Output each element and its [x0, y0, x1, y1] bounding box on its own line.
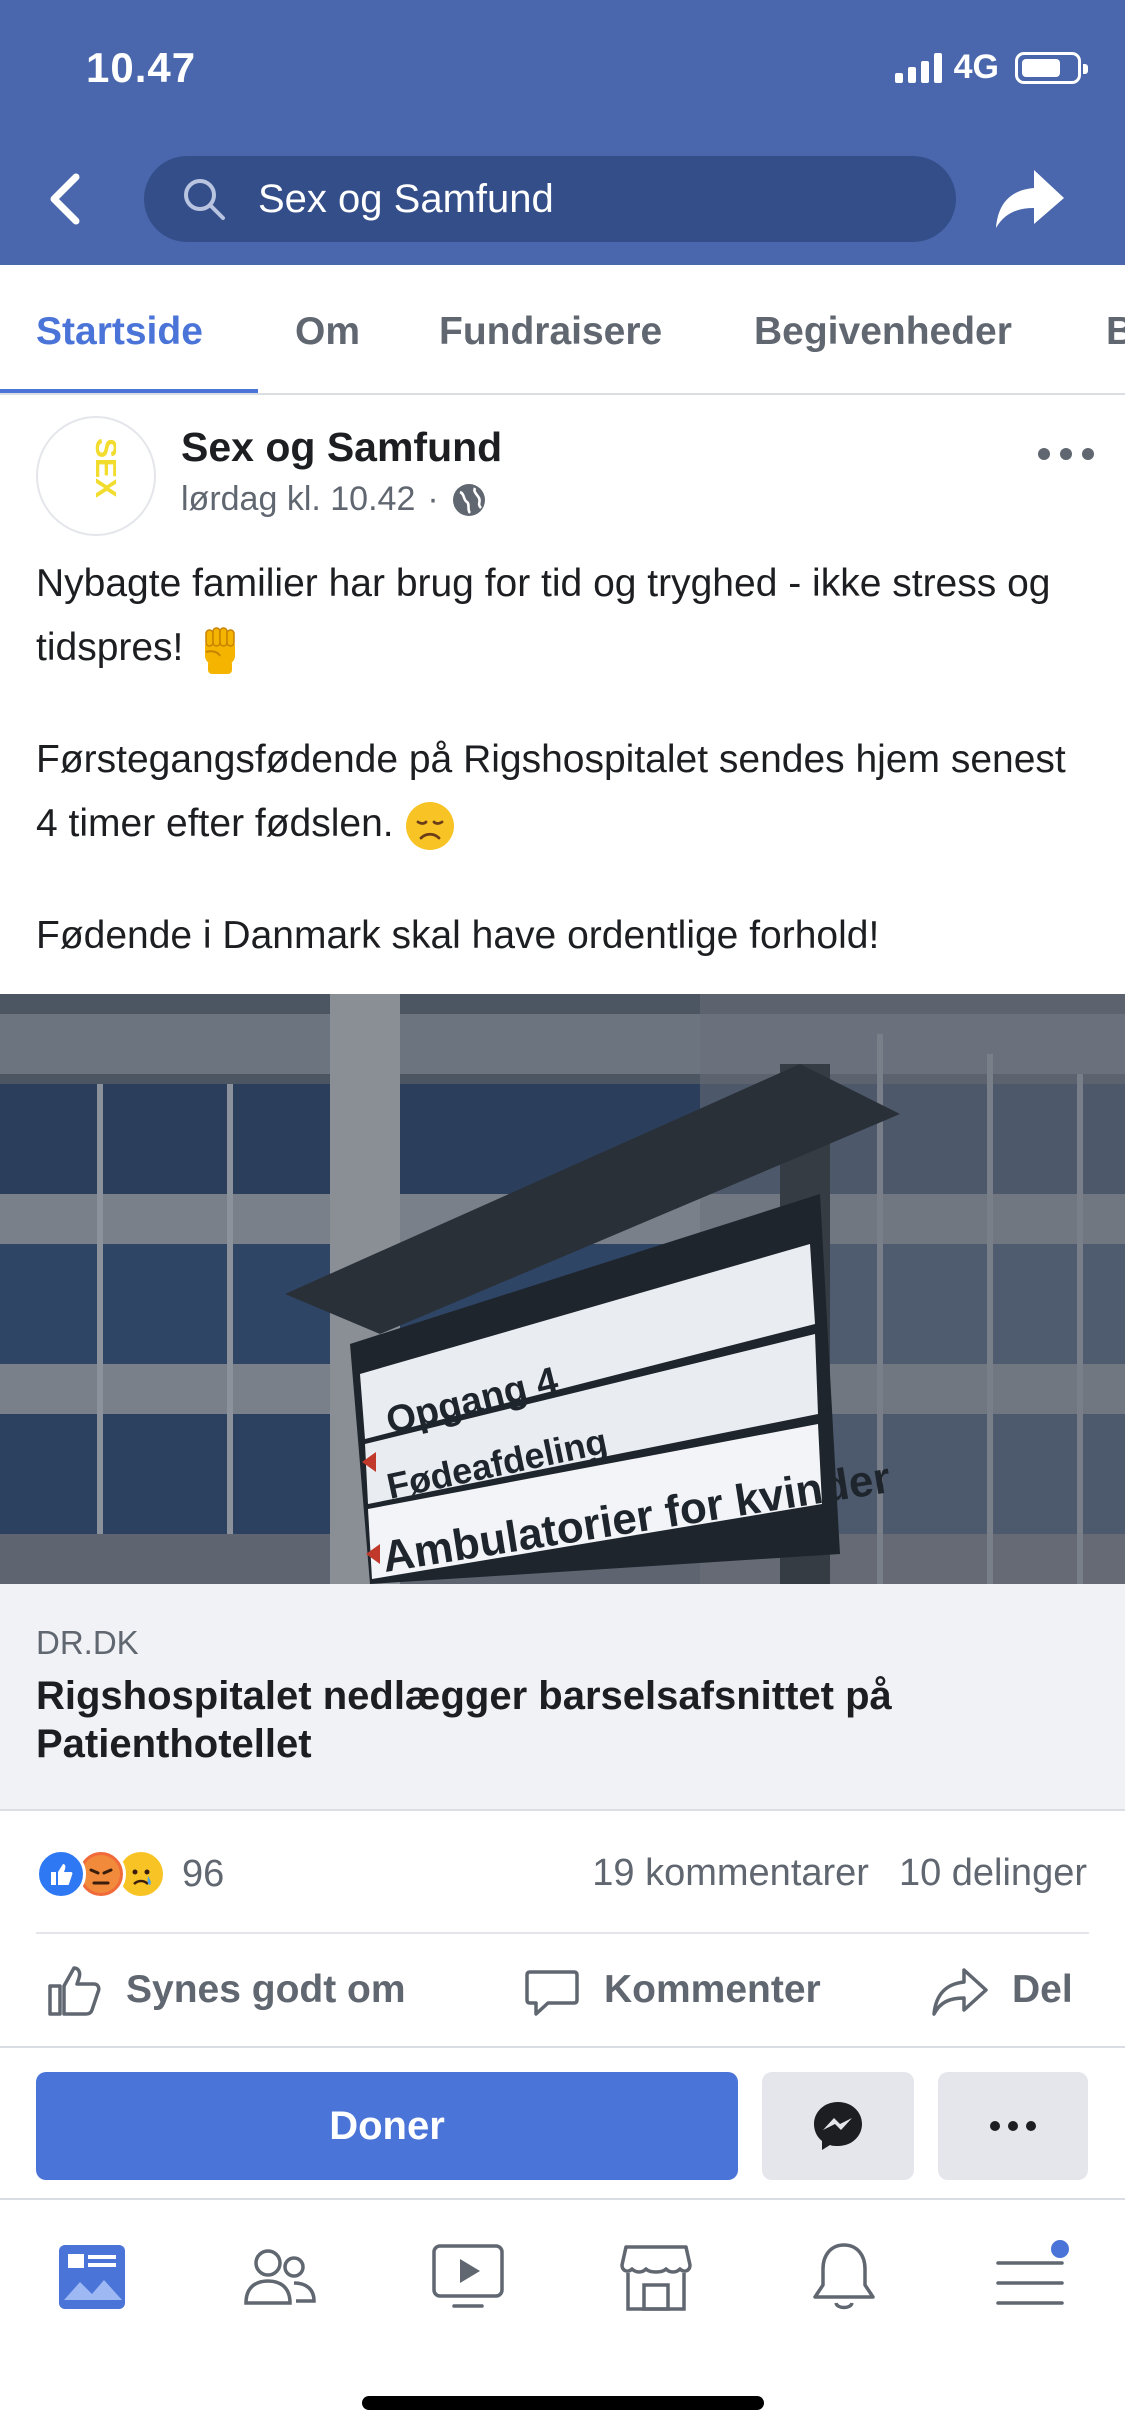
search-text: Sex og Samfund — [258, 176, 554, 221]
sex-og-samfund-logo: SEX — [89, 438, 116, 498]
tab-next-partial[interactable]: B — [1106, 265, 1125, 393]
share-icon — [932, 1968, 988, 2016]
more-options-button[interactable] — [938, 2072, 1088, 2180]
disappointed-face-icon — [406, 801, 455, 850]
nav-marketplace[interactable] — [608, 2232, 704, 2322]
search-field[interactable]: Sex og Samfund — [144, 156, 956, 242]
tab-fundraisere[interactable]: Fundraisere — [439, 265, 662, 393]
page-tabs: Startside Om Fundraisere Begivenheder B — [0, 265, 1125, 395]
comment-icon — [525, 1970, 579, 2016]
notification-dot — [1051, 2240, 1069, 2258]
svg-text:SEX: SEX — [89, 438, 116, 498]
groups-icon — [244, 2249, 316, 2305]
share-arrow-icon — [996, 170, 1064, 228]
post-paragraph: Fødende i Danmark skal have ordentlige f… — [36, 914, 880, 957]
post-paragraph: Førstegangsfødende på Rigshospitalet sen… — [36, 728, 1096, 856]
status-indicators: 4G — [894, 48, 1088, 87]
post-meta: lørdag kl. 10.42 · — [181, 480, 487, 519]
battery-icon — [1015, 51, 1088, 84]
reaction-count: 96 — [182, 1852, 225, 1895]
page-action-bar: Doner — [0, 2046, 1125, 2200]
bell-icon — [813, 2243, 875, 2310]
link-title: Rigshospitalet nedlægger barselsafsnitte… — [36, 1674, 892, 1766]
post-paragraph: Nybagte familier har brug for tid og try… — [36, 552, 1096, 680]
post-timestamp[interactable]: lørdag kl. 10.42 — [181, 480, 415, 519]
nav-watch[interactable] — [420, 2232, 516, 2322]
share-page-button[interactable] — [990, 160, 1070, 240]
donate-button[interactable]: Doner — [36, 2072, 738, 2180]
news-feed-icon — [59, 2245, 125, 2309]
comment-label: Kommenter — [604, 1968, 821, 2011]
thumbs-up-icon — [48, 1966, 101, 2016]
signal-icon — [894, 52, 942, 83]
share-button[interactable]: Del — [930, 1934, 1073, 2046]
back-button[interactable] — [46, 164, 96, 234]
link-domain: DR.DK — [36, 1624, 139, 1661]
top-header: 10.47 4G Sex og Samfund — [0, 0, 1125, 265]
post-actions: Synes godt om Kommenter Del — [0, 1934, 1125, 2046]
post-body: Nybagte familier har brug for tid og try… — [36, 552, 1096, 1016]
marketplace-icon — [620, 2245, 692, 2311]
link-preview-image[interactable]: Opgang 4 Fødeafdeling Ambulatorier for k… — [0, 994, 1125, 1584]
reactions-summary[interactable]: 96 — [36, 1846, 224, 1902]
comment-button[interactable]: Kommenter — [522, 1934, 821, 2046]
globe-icon — [452, 483, 485, 516]
share-count[interactable]: 10 delinger — [899, 1852, 1087, 1895]
messenger-icon — [814, 2102, 862, 2150]
like-label: Synes godt om — [126, 1968, 406, 2011]
raised-fist-icon — [205, 626, 236, 674]
active-tab-indicator — [0, 389, 258, 393]
tab-om[interactable]: Om — [295, 265, 360, 393]
tab-startside[interactable]: Startside — [36, 265, 203, 393]
post-author-name[interactable]: Sex og Samfund — [181, 424, 502, 471]
message-button[interactable] — [762, 2072, 914, 2180]
network-label: 4G — [953, 48, 999, 86]
home-indicator[interactable] — [362, 2396, 764, 2410]
engagement-counts: 19 kommentarer 10 delinger — [592, 1852, 1087, 1895]
watch-video-icon — [432, 2244, 504, 2308]
chevron-left-icon — [50, 173, 80, 225]
tab-begivenheder[interactable]: Begivenheder — [754, 265, 1012, 393]
nav-notifications[interactable] — [796, 2232, 892, 2322]
share-label: Del — [1012, 1968, 1073, 2011]
nav-menu[interactable] — [984, 2232, 1080, 2322]
like-button[interactable]: Synes godt om — [44, 1934, 406, 2046]
like-reaction-icon — [36, 1849, 86, 1899]
link-preview-caption[interactable]: DR.DK Rigshospitalet nedlægger barselsaf… — [0, 1584, 1125, 1811]
meta-separator: · — [427, 480, 439, 518]
hamburger-menu-icon — [996, 2240, 1069, 2305]
nav-news-feed[interactable] — [44, 2232, 140, 2322]
status-time: 10.47 — [86, 44, 197, 91]
post-options-button[interactable] — [1038, 444, 1094, 464]
search-icon — [184, 179, 225, 220]
page-avatar[interactable]: SEX — [36, 416, 156, 536]
hospital-sign-photo: Opgang 4 Fødeafdeling Ambulatorier for k… — [0, 994, 1125, 1584]
nav-groups[interactable] — [232, 2232, 328, 2322]
comment-count[interactable]: 19 kommentarer — [592, 1852, 869, 1895]
